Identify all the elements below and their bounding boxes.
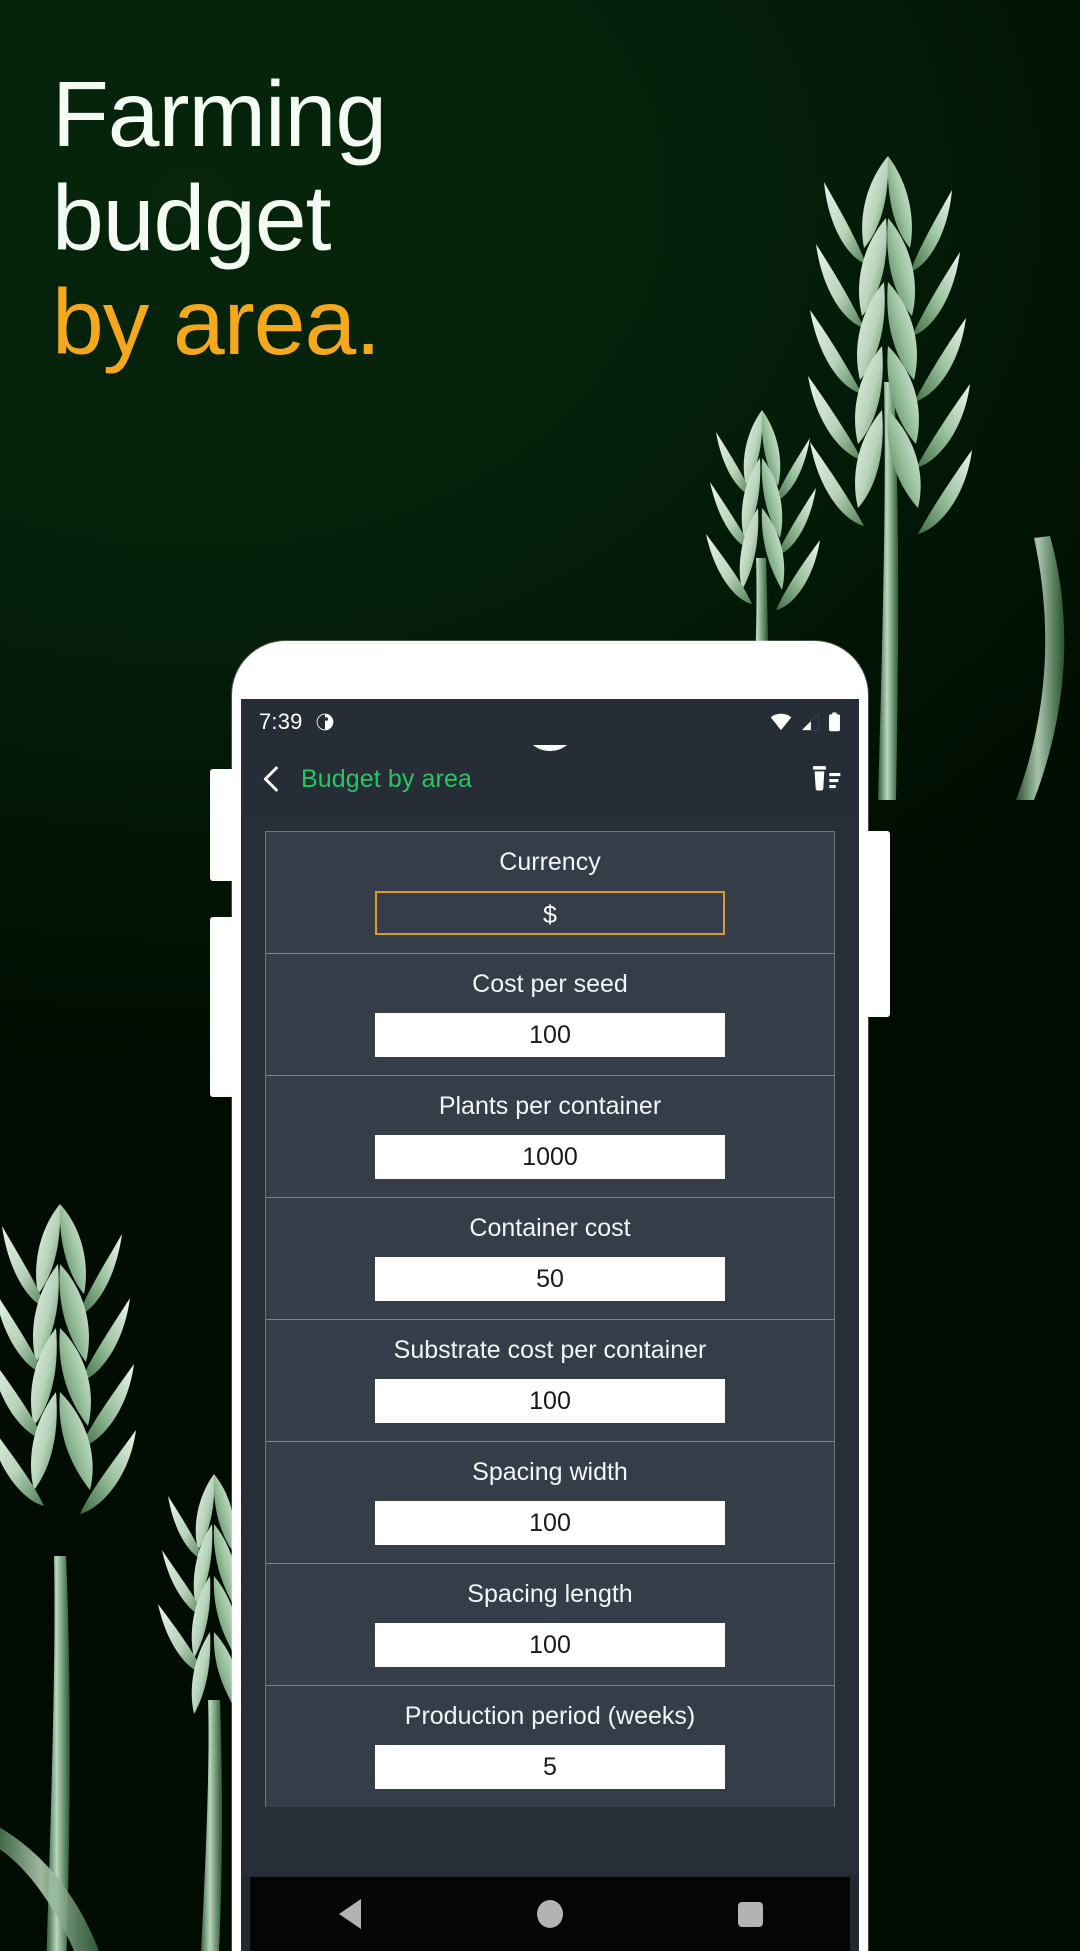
field-label: Plants per container <box>438 1092 662 1120</box>
form-card: Currency $ Cost per seed 100 Plants per cont… <box>265 831 835 1807</box>
power-button[interactable] <box>866 831 890 1017</box>
promo-headline: Farming budget by area. <box>52 62 387 375</box>
status-bar-left: 7:39 <box>259 709 335 735</box>
field-input[interactable]: 50 <box>375 1257 725 1301</box>
promo-screenshot: Farming budget by area. 7:39 Budget by a… <box>0 0 1080 1951</box>
app-bar: Budget by area <box>241 745 859 813</box>
navigation-back-icon <box>339 1899 361 1929</box>
form-field-row: Cost per seed 100 <box>266 954 834 1076</box>
wifi-icon <box>770 713 792 731</box>
status-bar-right <box>770 712 841 732</box>
form-field-row: Substrate cost per container 100 <box>266 1320 834 1442</box>
field-label: Spacing length <box>467 1580 633 1608</box>
nav-recents-button[interactable] <box>705 1877 795 1951</box>
form-content[interactable]: Currency $ Cost per seed 100 Plants per cont… <box>241 813 859 1951</box>
form-field-row: Plants per container 1000 <box>266 1076 834 1198</box>
field-label: Substrate cost per container <box>393 1336 707 1364</box>
status-bar: 7:39 <box>241 699 859 745</box>
do-not-disturb-icon <box>316 713 333 731</box>
headline-line-2: budget <box>52 166 331 271</box>
nav-back-button[interactable] <box>305 1877 395 1951</box>
page-title: Budget by area <box>301 764 472 793</box>
headline-line-1: Farming <box>52 62 387 166</box>
form-field-row: Production period (weeks) 5 <box>266 1686 834 1807</box>
field-label: Spacing width <box>472 1458 628 1486</box>
headline-line-3: by area. <box>52 270 381 375</box>
android-navigation-bar <box>250 1877 850 1951</box>
chevron-left-icon[interactable] <box>257 764 287 794</box>
field-input[interactable]: $ <box>375 891 725 935</box>
field-input[interactable]: 1000 <box>375 1135 725 1179</box>
battery-icon <box>829 712 840 732</box>
field-label: Production period (weeks) <box>404 1702 696 1730</box>
delete-sweep-icon[interactable] <box>809 762 843 796</box>
field-input[interactable]: 100 <box>375 1623 725 1667</box>
nav-home-button[interactable] <box>505 1877 595 1951</box>
form-field-row: Container cost 50 <box>266 1198 834 1320</box>
cellular-signal-icon <box>801 713 819 731</box>
navigation-recents-icon <box>737 1901 763 1927</box>
field-label: Cost per seed <box>472 970 628 998</box>
volume-up-button[interactable] <box>210 769 234 881</box>
navigation-home-icon <box>537 1900 563 1928</box>
phone-mockup: 7:39 Budget by area Currency $ Cost per … <box>210 641 890 1951</box>
field-label: Container cost <box>469 1214 631 1242</box>
volume-down-button[interactable] <box>210 917 234 1097</box>
status-bar-clock: 7:39 <box>259 709 303 734</box>
field-label: Currency <box>499 848 601 876</box>
phone-screen: 7:39 Budget by area Currency $ Cost per … <box>241 699 859 1951</box>
field-input[interactable]: 100 <box>375 1501 725 1545</box>
field-input[interactable]: 100 <box>375 1379 725 1423</box>
form-field-row: Currency $ <box>266 832 834 954</box>
field-input[interactable]: 100 <box>375 1013 725 1057</box>
form-field-row: Spacing length 100 <box>266 1564 834 1686</box>
field-input[interactable]: 5 <box>375 1745 725 1789</box>
form-field-row: Spacing width 100 <box>266 1442 834 1564</box>
app-bar-actions <box>809 762 843 796</box>
